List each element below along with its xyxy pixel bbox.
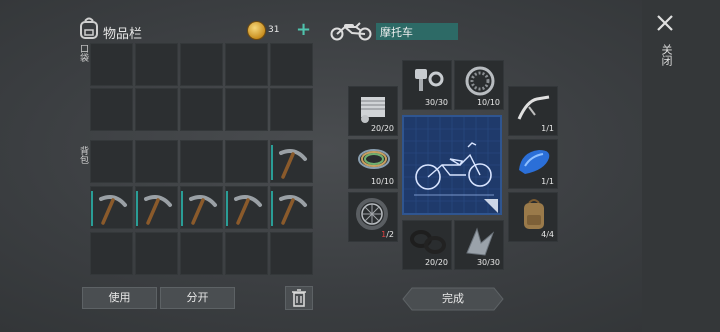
backpack-slot[interactable] (90, 232, 133, 275)
pocket-slot[interactable] (180, 43, 223, 86)
craft-part-metal-scrap[interactable]: 30/30 (454, 220, 504, 270)
split-button[interactable]: 分开 (160, 287, 235, 309)
part-count: 20/20 (424, 258, 448, 267)
backpack-slot[interactable] (180, 140, 223, 183)
pocket-slot[interactable] (135, 43, 178, 86)
pocket-slot[interactable] (135, 88, 178, 131)
part-count: 1/1 (541, 124, 554, 133)
pocket-slot[interactable] (90, 88, 133, 131)
craft-part-wire[interactable]: 10/10 (348, 139, 398, 189)
done-button[interactable]: 完成 (402, 287, 504, 311)
backpack-slot[interactable] (90, 186, 133, 229)
craft-target-name: 摩托车 (376, 23, 458, 40)
pocket-slot[interactable] (270, 43, 313, 86)
backpack-icon (80, 17, 98, 39)
pocket-slot[interactable] (270, 88, 313, 131)
use-button[interactable]: 使用 (82, 287, 157, 309)
part-count: 20/20 (370, 124, 394, 133)
pickaxe-icon (99, 195, 127, 225)
inventory-title: 物品栏 (103, 27, 143, 42)
backpack-slot[interactable] (135, 140, 178, 183)
part-count: 30/30 (476, 258, 500, 267)
part-count: 1/1 (541, 177, 554, 186)
backpack-slot[interactable] (180, 186, 223, 229)
pickaxe-icon (234, 195, 262, 225)
craft-part-wheel[interactable]: 1/2 (348, 192, 398, 242)
engine-icon (361, 97, 385, 123)
trash-icon (292, 289, 306, 307)
wheel-icon (356, 198, 388, 230)
craft-part-bolts[interactable]: 30/30 (402, 60, 452, 110)
backpack-slot[interactable] (270, 140, 313, 183)
backpack-slot[interactable] (180, 232, 223, 275)
craft-part-engine[interactable]: 20/20 (348, 86, 398, 136)
backpack-slot[interactable] (225, 140, 268, 183)
close-label[interactable]: 关闭 (658, 44, 674, 66)
part-count: 4/4 (541, 230, 554, 239)
pocket-slot[interactable] (225, 88, 268, 131)
handlebar-icon (517, 95, 550, 120)
close-icon[interactable] (652, 10, 678, 36)
pickaxe-icon (279, 149, 307, 179)
part-count: 10/10 (370, 177, 394, 186)
backpack-item-icon (524, 199, 544, 229)
part-count-need: /2 (386, 230, 394, 239)
right-sidebar (642, 0, 720, 332)
bolts-icon (415, 69, 444, 91)
craft-part-bearing[interactable]: 10/10 (454, 60, 504, 110)
pocket-slot[interactable] (180, 88, 223, 131)
backpack-slot[interactable] (225, 186, 268, 229)
craft-part-handlebar[interactable]: 1/1 (508, 86, 558, 136)
backpack-slot[interactable] (135, 186, 178, 229)
add-coins-button[interactable]: + (296, 19, 311, 40)
trash-button[interactable] (285, 286, 313, 310)
backpack-label: 背包 (78, 146, 88, 164)
pocket-label: 口袋 (78, 44, 88, 62)
fuel-tank-icon (519, 150, 550, 174)
coin-icon (247, 21, 266, 40)
craft-part-rubber-rings[interactable]: 20/20 (402, 220, 452, 270)
backpack-slot[interactable] (135, 232, 178, 275)
part-count: 30/30 (424, 98, 448, 107)
pickaxe-icon (279, 195, 307, 225)
pickaxe-icon (144, 195, 172, 225)
pocket-slot[interactable] (90, 43, 133, 86)
coin-count: 31 (268, 25, 280, 35)
backpack-slot[interactable] (270, 186, 313, 229)
backpack-slot[interactable] (225, 232, 268, 275)
done-label: 完成 (442, 292, 464, 305)
craft-part-backpack[interactable]: 4/4 (508, 192, 558, 242)
wire-icon (358, 149, 390, 169)
motorcycle-icon (330, 22, 372, 41)
metal-scrap-icon (466, 227, 495, 256)
pickaxe-icon (189, 195, 217, 225)
backpack-slot[interactable] (90, 140, 133, 183)
motorcycle-blueprint (402, 115, 502, 215)
backpack-slot[interactable] (270, 232, 313, 275)
craft-part-fuel-tank[interactable]: 1/1 (508, 139, 558, 189)
motorcycle-blueprint-icon (404, 117, 500, 213)
pocket-slot[interactable] (225, 43, 268, 86)
bearing-icon (465, 66, 495, 96)
part-count: 1/2 (381, 230, 394, 239)
part-count: 10/10 (476, 98, 500, 107)
rubber-rings-icon (410, 230, 446, 254)
